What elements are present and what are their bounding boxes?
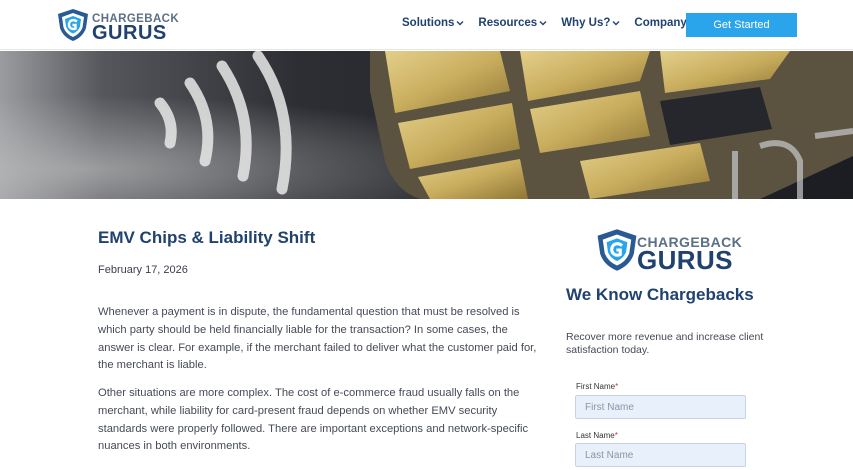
required-marker: *: [614, 431, 618, 440]
last-name-field[interactable]: [575, 443, 746, 467]
shield-logo-icon: [58, 9, 88, 41]
get-started-button[interactable]: Get Started: [686, 13, 797, 37]
last-name-label: Last Name*: [576, 431, 618, 440]
sidebar-subheading: Recover more revenue and increase client…: [566, 331, 764, 356]
chevron-down-icon: [612, 21, 620, 26]
nav-label: Solutions: [402, 17, 455, 29]
nav-item-solutions[interactable]: Solutions: [402, 17, 464, 29]
site-header: CHARGEBACK GURUS Solutions Resources Why…: [0, 0, 853, 50]
first-name-field[interactable]: [575, 395, 746, 419]
logo-text-bottom: GURUS: [637, 245, 733, 275]
article-title: EMV Chips & Liability Shift: [98, 228, 316, 247]
hero-image: [0, 51, 853, 199]
logo[interactable]: CHARGEBACK GURUS: [56, 8, 179, 44]
nav-item-resources[interactable]: Resources: [478, 17, 547, 29]
chevron-down-icon: [539, 21, 547, 26]
shield-logo-icon: [597, 229, 637, 271]
required-marker: *: [615, 382, 619, 391]
nav-label: Why Us?: [561, 17, 611, 29]
sidebar-heading: We Know Chargebacks: [566, 285, 754, 304]
nav-label: Resources: [478, 17, 538, 29]
sidebar-logo: CHARGEBACK GURUS: [595, 228, 742, 275]
article-paragraph: Other situations are more complex. The c…: [98, 387, 529, 453]
article-paragraph: Whenever a payment is in dispute, the fu…: [98, 306, 537, 372]
credit-card-chip-image: [0, 51, 853, 199]
nav-item-why-us[interactable]: Why Us?: [561, 17, 620, 29]
article-date: February 17, 2026: [98, 264, 188, 276]
chevron-down-icon: [456, 21, 464, 26]
first-name-label: First Name*: [576, 382, 619, 391]
logo-text-bottom: GURUS: [92, 22, 167, 44]
nav-label: Company: [634, 17, 687, 29]
main-nav: Solutions Resources Why Us? Company: [402, 17, 711, 29]
